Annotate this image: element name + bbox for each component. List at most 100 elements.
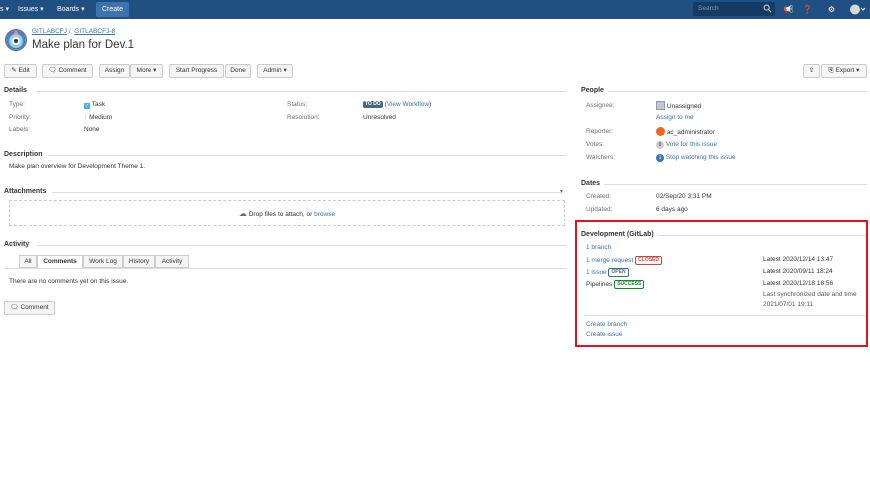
reporter-value-text: ac_administrator — [666, 129, 715, 136]
breadcrumb: GITLABCFJ / GITLABCFJ-8 — [32, 28, 115, 35]
create-button[interactable]: Create — [96, 2, 130, 17]
resolution-value: Unresolved — [363, 114, 396, 121]
priority-value: ↑ Medium — [84, 114, 112, 121]
settings-gear-icon[interactable]: ⚙ — [825, 3, 838, 16]
stop-watching-link[interactable]: Stop watching this issue — [666, 154, 736, 161]
comment-button[interactable]: 🗨 Comment — [42, 64, 93, 78]
reporter-avatar-icon — [656, 127, 665, 136]
reporter-label: Reporter: — [586, 128, 614, 135]
votes-value: 0 Vote for this issue — [656, 141, 717, 149]
type-value-text: Task — [91, 101, 106, 108]
reporter-value: ac_administrator — [656, 127, 715, 136]
search-icon — [763, 4, 772, 13]
project-avatar[interactable] — [5, 29, 27, 51]
comment-button-label: Comment — [58, 67, 87, 74]
tab-activity[interactable]: Activity — [155, 255, 189, 268]
created-value: 02/Sep/20 3:31 PM — [656, 193, 712, 200]
done-button[interactable]: Done — [225, 64, 251, 78]
dropzone-text: ☁ Drop files to attach, or browse — [10, 209, 564, 218]
edit-button[interactable]: ✎ Edit — [4, 64, 37, 78]
user-avatar-menu[interactable] — [849, 3, 866, 16]
status-label: Status: — [287, 101, 308, 108]
admin-button[interactable]: Admin ▾ — [257, 64, 293, 78]
top-navigation-bar: s ▾ Issues ▾ Boards ▾ Create Search 📢 ❓ … — [0, 0, 870, 19]
activity-heading: Activity — [4, 241, 30, 248]
votes-count-badge: 0 — [656, 141, 664, 149]
breadcrumb-project-link[interactable]: GITLABCFJ — [32, 28, 67, 35]
search-placeholder: Search — [698, 5, 719, 12]
nav-issues-label: Issues — [18, 6, 39, 13]
status-badge: TO DO — [363, 101, 383, 108]
type-value: ✓ Task — [84, 101, 105, 109]
status-paren-close: ) — [429, 101, 432, 108]
pencil-icon: ✎ — [11, 67, 17, 74]
nav-issues-menu[interactable]: Issues ▾ — [18, 0, 44, 19]
priority-label: Priority: — [9, 114, 32, 121]
speech-bubble-icon: 🗨 — [10, 304, 19, 311]
cloud-upload-icon: ☁ — [238, 209, 247, 218]
share-button[interactable]: ⇪ — [803, 64, 820, 78]
assignee-value-text: Unassigned — [666, 103, 702, 110]
unassigned-avatar-icon — [656, 101, 665, 110]
assign-to-me-link[interactable]: Assign to me — [656, 114, 694, 121]
dropzone-label: Drop files to attach, or — [248, 211, 313, 218]
add-comment-button-label: Comment — [20, 304, 49, 311]
labels-label: Labels: — [9, 126, 30, 133]
watchers-value: 1 Stop watching this issue — [656, 154, 736, 162]
chevron-down-icon: ▾ — [283, 67, 287, 74]
description-text: Make plan overview for Development Theme… — [9, 163, 146, 170]
details-divider — [36, 91, 567, 92]
resolution-label: Resolution: — [287, 114, 320, 121]
nav-item-truncated[interactable]: s ▾ — [0, 0, 9, 19]
assign-button[interactable]: Assign — [99, 64, 130, 78]
development-highlight-box — [575, 220, 868, 347]
tab-history[interactable]: History — [123, 255, 155, 268]
dates-divider — [604, 184, 867, 185]
dates-heading: Dates — [581, 180, 601, 187]
assignee-value: Unassigned — [656, 101, 701, 110]
nav-boards-menu[interactable]: Boards ▾ — [57, 0, 85, 19]
breadcrumb-issue-link[interactable]: GITLABCFJ-8 — [74, 28, 115, 35]
speech-bubble-icon: 🗨 — [48, 67, 57, 74]
watchers-count-badge: 1 — [656, 154, 664, 162]
breadcrumb-separator: / — [68, 28, 71, 35]
add-comment-button[interactable]: 🗨 Comment — [4, 301, 55, 315]
details-heading: Details — [4, 87, 27, 94]
page-title: Make plan for Dev.1 — [32, 39, 135, 51]
tabs-underline — [4, 268, 567, 269]
admin-button-label: Admin — [263, 67, 282, 74]
chevron-down-icon: ▾ — [856, 67, 860, 74]
created-label: Created: — [586, 193, 611, 200]
help-icon[interactable]: ❓ — [801, 3, 814, 16]
attachment-dropzone[interactable]: ☁ Drop files to attach, or browse — [9, 200, 565, 226]
export-button[interactable]: ⎘ Export ▾ — [821, 64, 867, 78]
view-workflow-link[interactable]: View Workflow — [387, 101, 429, 108]
priority-value-text: Medium — [89, 114, 113, 121]
description-heading: Description — [4, 151, 43, 158]
export-button-label: Export — [835, 67, 855, 74]
vote-link[interactable]: Vote for this issue — [666, 141, 717, 148]
tab-work-log[interactable]: Work Log — [83, 255, 123, 268]
browse-link[interactable]: browse — [314, 211, 335, 218]
votes-label: Votes: — [586, 141, 605, 148]
updated-label: Updated: — [586, 206, 613, 213]
attachments-divider — [52, 192, 561, 193]
arrow-up-priority-icon: ↑ — [84, 114, 88, 121]
nav-item-truncated-label: s — [0, 6, 4, 13]
more-button[interactable]: More ▾ — [130, 64, 163, 78]
share-icon: ⇪ — [808, 67, 815, 74]
attachments-options-icon[interactable]: ▾ — [560, 188, 563, 195]
task-checkbox-icon: ✓ — [84, 103, 90, 109]
chevron-down-icon: ▾ — [153, 67, 157, 74]
start-progress-button[interactable]: Start Progress — [169, 64, 224, 78]
tab-comments[interactable]: Comments — [37, 255, 83, 268]
nav-boards-label: Boards — [57, 6, 80, 13]
people-divider — [608, 91, 867, 92]
search-input[interactable]: Search — [693, 2, 775, 16]
type-label: Type: — [9, 101, 25, 108]
status-value: TO DO (View Workflow) — [363, 101, 431, 108]
notifications-icon[interactable]: 📢 — [782, 3, 795, 16]
edit-button-label: Edit — [18, 67, 30, 74]
updated-value: 6 days ago — [656, 206, 688, 213]
tab-all[interactable]: All — [19, 255, 37, 268]
